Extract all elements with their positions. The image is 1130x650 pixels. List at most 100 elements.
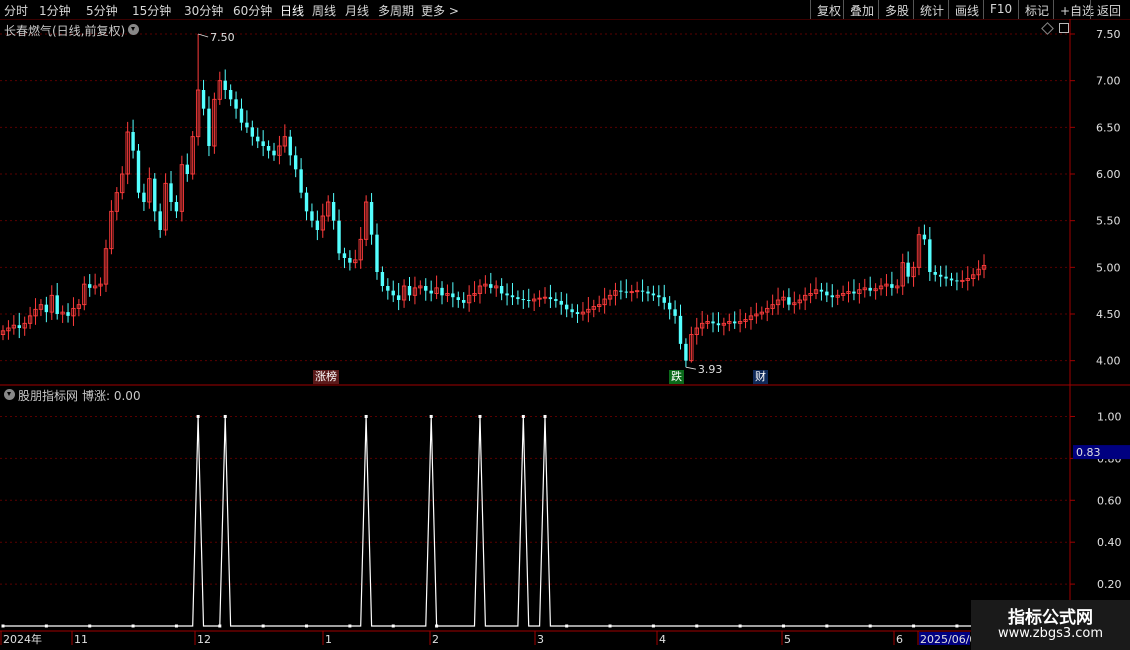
watermark-title: 指标公式网 [1008, 608, 1093, 628]
indicator-point [738, 624, 742, 628]
candle-body [386, 286, 390, 291]
candle-body [293, 155, 298, 170]
candle-body [906, 262, 910, 277]
indicator-line [3, 416, 1033, 627]
candle-body [44, 304, 49, 313]
price-tick-label: 6.50 [1096, 121, 1121, 134]
candle-body [619, 290, 623, 292]
stock-chart[interactable]: 7.50 3.93 7.50 7.00 6.50 6.00 5.50 5.00 4.50 4.0… [0, 0, 1130, 650]
candle-body [825, 291, 829, 296]
candle-body [890, 284, 894, 288]
candle-body [299, 169, 303, 193]
candle-body [440, 287, 444, 296]
candle-body [624, 291, 628, 293]
candle-body [66, 312, 70, 316]
candle-body [391, 290, 395, 296]
candle-body [516, 297, 520, 300]
indicator-point [955, 624, 959, 628]
candle-body [711, 321, 715, 324]
indicator-tick-label: 0.20 [1097, 578, 1122, 591]
candle-body [662, 297, 666, 303]
candle-body [304, 192, 309, 212]
candle-body [266, 146, 271, 151]
candle-body [716, 323, 721, 326]
limit-up-tag[interactable]: 涨榜 [313, 370, 339, 384]
candle-body [559, 300, 563, 305]
chevron-down-icon[interactable] [128, 24, 139, 35]
indicator-point [348, 624, 352, 628]
price-panel-title[interactable]: 长春燃气(日线,前复权) [4, 22, 125, 39]
time-label: 2025/06/0 [920, 633, 976, 646]
candle-body [938, 274, 943, 277]
candle-body [922, 234, 927, 240]
candle-body [429, 290, 433, 294]
time-label: 12 [197, 633, 211, 646]
candle-body [955, 280, 959, 282]
candle-body [462, 300, 466, 303]
indicator-point [305, 624, 309, 628]
price-tick-label: 7.50 [1096, 28, 1121, 41]
candle-body [250, 127, 255, 137]
drop-tag[interactable]: 跌 [669, 370, 684, 384]
watermark-url: www.zbgs3.com [997, 626, 1104, 641]
current-value-label: 0.83 [1076, 446, 1101, 459]
candle-body [228, 90, 233, 100]
price-tick-label: 5.50 [1096, 215, 1121, 228]
candle-body [142, 192, 146, 202]
indicator-point [429, 414, 433, 418]
candle-body [651, 293, 656, 296]
candle-body [223, 80, 227, 90]
price-tick-label: 4.50 [1096, 308, 1121, 321]
indicator-point [543, 414, 547, 418]
indicator-point [608, 624, 612, 628]
price-tick-label: 5.00 [1096, 261, 1121, 274]
indicator-point [196, 414, 200, 418]
candle-body [201, 90, 206, 109]
indicator-chevron-icon[interactable] [4, 389, 15, 400]
candle-body [375, 234, 379, 272]
indicator-point [868, 624, 872, 628]
price-tick-label: 7.00 [1096, 75, 1121, 88]
candle-body [245, 122, 249, 128]
candle-body [527, 300, 531, 301]
indicator-point [781, 624, 785, 628]
candle-body [684, 343, 688, 361]
candle-body [451, 293, 455, 298]
high-annotation: 7.50 [210, 31, 235, 44]
candle-body [673, 309, 677, 316]
finance-tag[interactable]: 财 [753, 370, 768, 384]
indicator-title[interactable]: 股朋指标网 [18, 387, 78, 404]
candle-body [380, 272, 385, 286]
indicator-point [435, 624, 439, 628]
indicator-tick-label: 1.00 [1097, 410, 1122, 423]
candle-body [131, 132, 135, 151]
grid-lines [0, 33, 1070, 585]
candle-body [575, 312, 580, 314]
candle-body [505, 293, 509, 296]
candle-body [678, 315, 683, 344]
candle-body [331, 202, 336, 221]
candle-body [933, 272, 937, 275]
indicator-point [521, 414, 525, 418]
candle-body [787, 297, 791, 305]
candle-body [88, 284, 92, 288]
candle-body [55, 295, 59, 314]
time-label: 5 [784, 633, 791, 646]
candle-body [207, 108, 211, 146]
indicator-point [651, 624, 655, 628]
candle-body [868, 287, 872, 291]
candle-body [169, 183, 173, 202]
time-label: 2024年 [3, 632, 42, 646]
candle-body [499, 286, 504, 294]
time-label: 1 [325, 633, 332, 646]
candle-body [261, 141, 265, 146]
time-label: 6 [896, 633, 903, 646]
panel-layout-icon[interactable] [1059, 23, 1069, 33]
indicator-point [478, 414, 482, 418]
candle-body [852, 291, 856, 294]
candlestick-series: 7.50 3.93 [0, 31, 987, 376]
candle-body [369, 202, 374, 235]
candle-body [944, 276, 948, 279]
candle-body [407, 286, 412, 296]
watermark: 指标公式网 www.zbgs3.com [971, 600, 1130, 650]
